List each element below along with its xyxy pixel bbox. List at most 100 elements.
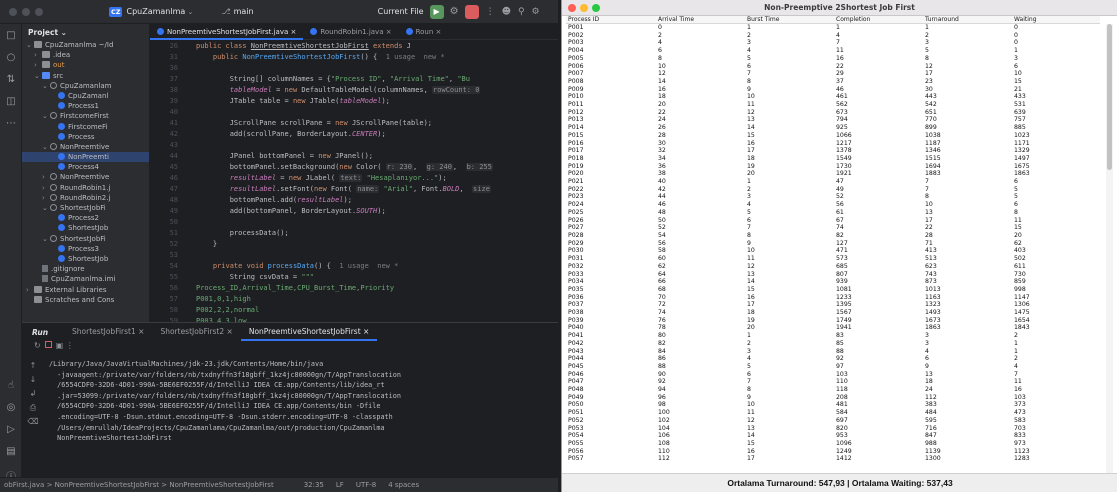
column-header[interactable]: Burst Time <box>745 16 834 23</box>
breadcrumb[interactable]: obFirst.java > NonPreemtiveShortestJobFi… <box>4 481 274 489</box>
table-row[interactable]: P057 112 17 1412 1300 1283 <box>566 455 1100 463</box>
table-row[interactable]: P019 36 19 1730 1694 1675 <box>566 163 1100 171</box>
table-row[interactable]: P046 90 6 103 13 7 <box>566 371 1100 379</box>
chevron-right-icon[interactable]: › <box>26 285 34 295</box>
zoom-window-icon[interactable] <box>35 7 43 16</box>
close-tab-icon[interactable]: × <box>224 327 233 336</box>
tree-item[interactable]: Process3 <box>22 244 149 254</box>
run-tab[interactable]: NonPreemtiveShortestJobFirst × <box>240 323 378 341</box>
tree-item[interactable]: ShortestJob <box>22 254 149 264</box>
chevron-right-icon[interactable]: › <box>34 60 42 70</box>
run-tool-icon[interactable]: ☝ <box>0 380 22 391</box>
chevron-down-icon[interactable]: ⌄ <box>42 142 50 152</box>
chevron-down-icon[interactable]: ⌄ <box>42 111 50 121</box>
table-row[interactable]: P004 6 4 11 5 1 <box>566 47 1100 55</box>
editor-tab[interactable]: RoundRobin1.java × <box>303 24 398 40</box>
tree-item[interactable]: › RoundRobin1.j <box>22 183 149 193</box>
table-row[interactable]: P030 58 10 471 413 403 <box>566 247 1100 255</box>
more-icon[interactable]: ⋮ <box>66 341 74 350</box>
line-ending[interactable]: LF <box>336 481 344 489</box>
table-row[interactable]: P002 2 2 4 2 0 <box>566 32 1100 40</box>
column-header[interactable]: Completion <box>834 16 923 23</box>
tree-item[interactable]: ⌄ ShortestJobFi <box>22 234 149 244</box>
table-row[interactable]: P022 42 2 49 7 5 <box>566 186 1100 194</box>
services-icon[interactable]: ◎ <box>0 402 22 413</box>
run-button[interactable]: ▶ <box>429 4 444 19</box>
table-row[interactable]: P017 32 17 1378 1346 1329 <box>566 147 1100 155</box>
table-row[interactable]: P010 18 10 461 443 433 <box>566 93 1100 101</box>
table-row[interactable]: P024 46 4 56 10 6 <box>566 201 1100 209</box>
table-row[interactable]: P048 94 8 118 24 16 <box>566 386 1100 394</box>
table-row[interactable]: P040 78 20 1941 1863 1843 <box>566 324 1100 332</box>
tree-item[interactable]: CpuZamanl <box>22 91 149 101</box>
code-editor[interactable]: NonPreemtiveShortestJobFirst.java × Round… <box>150 24 558 322</box>
tree-item[interactable]: ⌄ NonPreemtive <box>22 142 149 152</box>
table-row[interactable]: P034 66 14 939 873 859 <box>566 278 1100 286</box>
table-row[interactable]: P009 16 9 46 30 21 <box>566 86 1100 94</box>
stop-button[interactable] <box>464 4 479 19</box>
column-header[interactable]: Waiting <box>1012 16 1100 23</box>
close-tab-icon[interactable]: × <box>288 28 296 36</box>
print-icon[interactable]: ⎙ <box>26 401 40 415</box>
column-header[interactable]: Turnaround <box>923 16 1012 23</box>
table-row[interactable]: P026 50 6 67 17 11 <box>566 217 1100 225</box>
table-row[interactable]: P035 68 15 1081 1013 998 <box>566 286 1100 294</box>
table-row[interactable]: P023 44 3 52 8 5 <box>566 193 1100 201</box>
table-row[interactable]: P045 88 5 97 9 4 <box>566 363 1100 371</box>
commit-icon[interactable]: ○ <box>0 52 22 63</box>
table-row[interactable]: P042 82 2 85 3 1 <box>566 340 1100 348</box>
table-row[interactable]: P049 96 9 208 112 103 <box>566 394 1100 402</box>
file-encoding[interactable]: UTF-8 <box>356 481 376 489</box>
results-table[interactable]: Process ID Arrival Time Burst Time Completi… <box>566 16 1100 473</box>
table-row[interactable]: P039 76 19 1749 1673 1654 <box>566 317 1100 325</box>
table-row[interactable]: P053 104 13 820 716 703 <box>566 425 1100 433</box>
table-row[interactable]: P051 100 11 584 484 473 <box>566 409 1100 417</box>
console-output[interactable]: /Library/Java/JavaVirtualMachines/jdk-23… <box>49 359 401 444</box>
table-row[interactable]: P018 34 18 1549 1515 1497 <box>566 155 1100 163</box>
minimize-app-icon[interactable] <box>580 4 588 12</box>
tree-item[interactable]: Process1 <box>22 101 149 111</box>
tree-item[interactable]: ⌄ FirstcomeFirst <box>22 111 149 121</box>
add-user-icon[interactable]: ☻ <box>502 7 511 17</box>
close-tab-icon[interactable]: × <box>384 28 392 36</box>
caret-position[interactable]: 32:35 <box>304 481 324 489</box>
table-row[interactable]: P025 48 5 61 13 8 <box>566 209 1100 217</box>
table-row[interactable]: P027 52 7 74 22 15 <box>566 224 1100 232</box>
table-row[interactable]: P047 92 7 110 18 11 <box>566 378 1100 386</box>
table-row[interactable]: P050 98 10 481 383 373 <box>566 401 1100 409</box>
table-row[interactable]: P003 4 3 7 3 0 <box>566 39 1100 47</box>
tree-item[interactable]: › External Libraries <box>22 285 149 295</box>
table-row[interactable]: P021 40 1 47 7 6 <box>566 178 1100 186</box>
table-row[interactable]: P016 30 16 1217 1187 1171 <box>566 140 1100 148</box>
tree-item[interactable]: Process2 <box>22 213 149 223</box>
table-row[interactable]: P044 86 4 92 6 2 <box>566 355 1100 363</box>
tree-item[interactable]: ShortestJob <box>22 223 149 233</box>
structure-icon[interactable]: ◫ <box>0 96 22 107</box>
close-app-icon[interactable] <box>568 4 576 12</box>
chevron-down-icon[interactable]: ⌄ <box>42 234 50 244</box>
run-config-selector[interactable]: Current File <box>378 7 424 16</box>
soft-wrap-icon[interactable]: ↲ <box>26 387 40 401</box>
minimize-window-icon[interactable] <box>22 7 30 16</box>
editor-tab[interactable]: Roun × <box>399 24 449 40</box>
table-row[interactable]: P041 80 1 83 3 2 <box>566 332 1100 340</box>
table-row[interactable]: P056 110 16 1249 1139 1123 <box>566 448 1100 456</box>
table-row[interactable]: P001 0 1 1 1 0 <box>566 24 1100 32</box>
table-row[interactable]: P033 64 13 807 743 730 <box>566 271 1100 279</box>
more-actions-icon[interactable]: ⋮ <box>486 7 495 17</box>
editor-tab[interactable]: NonPreemtiveShortestJobFirst.java × <box>150 24 304 40</box>
chevron-right-icon[interactable]: › <box>42 193 50 203</box>
tree-item[interactable]: › RoundRobin2.j <box>22 193 149 203</box>
table-row[interactable]: P005 8 5 16 8 3 <box>566 55 1100 63</box>
table-row[interactable]: P037 72 17 1395 1323 1306 <box>566 301 1100 309</box>
trash-icon[interactable]: ⌫ <box>26 415 40 429</box>
table-row[interactable]: P012 22 12 673 651 639 <box>566 109 1100 117</box>
tree-item[interactable]: › NonPreemtive <box>22 172 149 182</box>
more-tools-icon[interactable]: ⋯ <box>0 118 22 129</box>
debug-tool-icon[interactable]: ▷ <box>0 424 22 435</box>
tree-item[interactable]: FirstcomeFi <box>22 122 149 132</box>
table-row[interactable]: P029 56 9 127 71 62 <box>566 240 1100 248</box>
tree-item[interactable]: ⌄ CpuZamanlma ~/Id <box>22 40 149 50</box>
pull-requests-icon[interactable]: ⇅ <box>0 74 22 85</box>
table-row[interactable]: P031 60 11 573 513 502 <box>566 255 1100 263</box>
